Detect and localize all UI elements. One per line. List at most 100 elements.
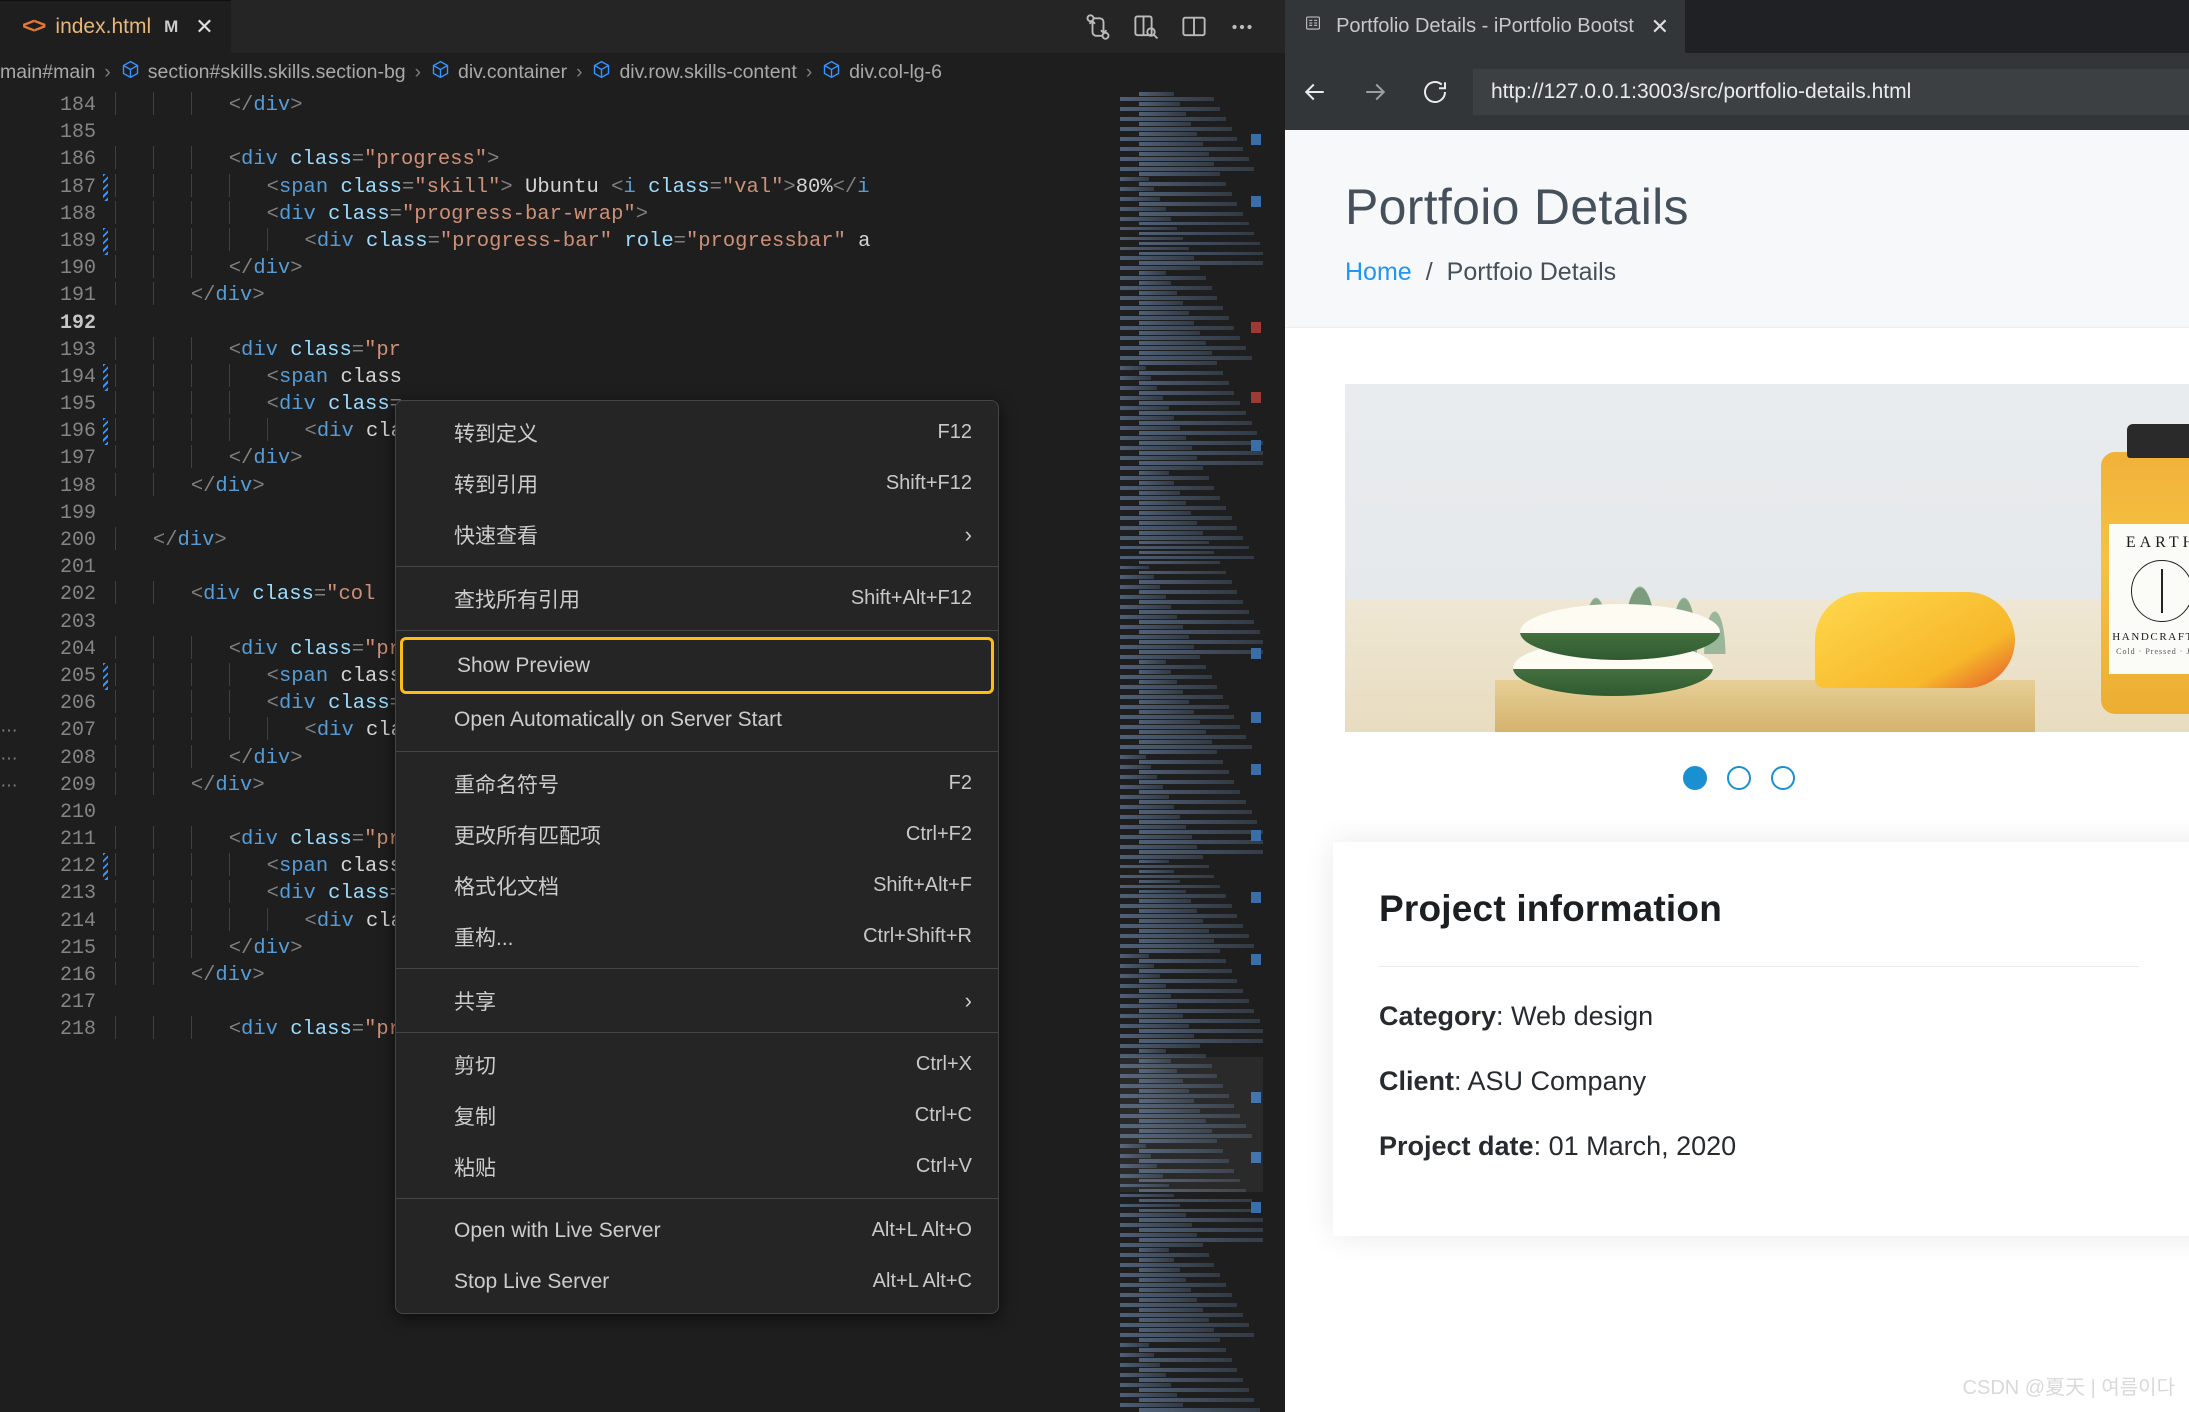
minimap-line: [1120, 426, 1180, 430]
more-actions-icon[interactable]: [1227, 12, 1257, 42]
breadcrumb-item-0[interactable]: main#main: [0, 61, 95, 84]
minimap-line: [1120, 466, 1203, 470]
menu-item-[interactable]: 剪切Ctrl+X: [396, 1039, 998, 1090]
minimap-line: [1139, 959, 1226, 963]
minimap-line: [1120, 1403, 1183, 1407]
minimap[interactable]: [1120, 92, 1263, 1412]
menu-item-label: Stop Live Server: [454, 1270, 873, 1294]
line-number: 190: [18, 255, 100, 282]
breadcrumb-separator: ›: [806, 62, 812, 84]
editor-tab-bar: <> index.html M ✕: [0, 0, 1285, 53]
git-modified-marker: [103, 853, 108, 880]
menu-item-[interactable]: 转到引用Shift+F12: [396, 458, 998, 509]
open-preview-icon[interactable]: [1131, 12, 1161, 42]
minimap-line: [1139, 780, 1235, 784]
minimap-line: [1120, 1263, 1214, 1267]
carousel-indicator-1[interactable]: [1683, 766, 1707, 790]
menu-item-stop-live-server[interactable]: Stop Live ServerAlt+L Alt+C: [396, 1256, 998, 1307]
menu-item-open-with-live-server[interactable]: Open with Live ServerAlt+L Alt+O: [396, 1205, 998, 1256]
line-number: 209: [18, 772, 100, 799]
folded-indicator: [0, 119, 18, 146]
minimap-line: [1120, 914, 1237, 918]
gutter-cell: [103, 92, 109, 119]
breadcrumb-home-link[interactable]: Home: [1345, 258, 1412, 286]
menu-item-[interactable]: 更改所有匹配项Ctrl+F2: [396, 809, 998, 860]
menu-item-[interactable]: 粘贴Ctrl+V: [396, 1141, 998, 1192]
close-icon[interactable]: ✕: [1651, 14, 1669, 40]
code-line: <span class: [115, 364, 1120, 391]
code-line: <div class="progress">: [115, 146, 1120, 173]
editor-scrollbar[interactable]: [1263, 92, 1285, 1412]
menu-item-shortcut: F12: [938, 421, 972, 444]
minimap-line: [1139, 92, 1175, 96]
minimap-line: [1120, 1333, 1254, 1337]
menu-item-[interactable]: 查找所有引用Shift+Alt+F12: [396, 573, 998, 624]
minimap-line: [1139, 311, 1189, 315]
minimap-line: [1120, 247, 1189, 251]
line-number: 194: [18, 364, 100, 391]
gutter-cell: [103, 391, 109, 418]
minimap-line: [1120, 845, 1197, 849]
menu-item-open-automatically-on-server-start[interactable]: Open Automatically on Server Start: [396, 694, 998, 745]
line-number: 198: [18, 473, 100, 500]
menu-item-[interactable]: 重命名符号F2: [396, 758, 998, 809]
browser-toolbar: http://127.0.0.1:3003/src/portfolio-deta…: [1285, 53, 2189, 130]
breadcrumb-item-1[interactable]: section#skills.skills.section-bg: [120, 59, 406, 86]
minimap-line: [1120, 546, 1249, 550]
menu-item-label: 格式化文档: [454, 871, 873, 901]
menu-item-shortcut: Shift+Alt+F12: [851, 587, 972, 610]
menu-item-[interactable]: 共享›: [396, 975, 998, 1026]
split-editor-icon[interactable]: [1179, 12, 1209, 42]
menu-item-[interactable]: 转到定义F12: [396, 407, 998, 458]
reload-icon[interactable]: [1405, 53, 1465, 130]
menu-separator: [396, 1032, 998, 1033]
browser-tab[interactable]: Portfolio Details - iPortfolio Bootstrap…: [1285, 0, 1685, 53]
folded-indicator: [0, 581, 18, 608]
carousel-indicator-2[interactable]: [1727, 766, 1751, 790]
arrow-left-icon[interactable]: [1285, 53, 1345, 130]
minimap-line: [1120, 1323, 1249, 1327]
minimap-line: [1139, 999, 1249, 1003]
menu-item-shortcut: Shift+F12: [886, 472, 972, 495]
minimap-line: [1120, 1253, 1209, 1257]
rendered-page: Portfoio Details Home/Portfoio Details E…: [1285, 130, 2189, 1412]
line-number: 203: [18, 609, 100, 636]
minimap-line: [1120, 964, 1154, 968]
menu-item-show-preview[interactable]: Show Preview: [400, 637, 994, 694]
breadcrumb-item-4[interactable]: div.col-lg-6: [821, 59, 942, 86]
carousel-indicators[interactable]: [1345, 732, 2189, 790]
menu-item-[interactable]: 复制Ctrl+C: [396, 1090, 998, 1141]
menu-item-[interactable]: 快速查看›: [396, 509, 998, 560]
address-bar[interactable]: http://127.0.0.1:3003/src/portfolio-deta…: [1473, 69, 2189, 115]
bottle-handcrafted: HANDCRAFTED: [2112, 631, 2189, 643]
info-row-key: Category: [1379, 1001, 1496, 1031]
git-modified-marker: [103, 364, 108, 391]
menu-item-[interactable]: 重构...Ctrl+Shift+R: [396, 911, 998, 962]
minimap-line: [1139, 1388, 1249, 1392]
carousel-indicator-3[interactable]: [1771, 766, 1795, 790]
gutter-cell: [103, 581, 109, 608]
folded-indicator: [0, 310, 18, 337]
split-compare-icon[interactable]: [1083, 12, 1113, 42]
minimap-line: [1120, 1313, 1243, 1317]
editor-tab-index-html[interactable]: <> index.html M ✕: [0, 0, 231, 53]
juice-bottle: EARTH HANDCRAFTED Cold · Pressed · Juice: [2101, 452, 2189, 714]
minimap-line: [1120, 1343, 1149, 1347]
carousel[interactable]: EARTH HANDCRAFTED Cold · Pressed · Juice: [1285, 328, 2189, 790]
close-icon[interactable]: ✕: [195, 16, 213, 38]
minimap-line: [1120, 506, 1226, 510]
minimap-line: [1139, 431, 1258, 435]
menu-item-label: 共享: [454, 986, 965, 1016]
editor-context-menu[interactable]: 转到定义F12转到引用Shift+F12快速查看› 查找所有引用Shift+Alt…: [395, 400, 999, 1314]
gutter-cell: [103, 119, 109, 146]
line-number: 210: [18, 799, 100, 826]
breadcrumb-item-2[interactable]: div.container: [430, 59, 567, 86]
arrow-right-icon[interactable]: [1345, 53, 1405, 130]
folded-indicator: [0, 636, 18, 663]
minimap-line: [1120, 1363, 1160, 1367]
menu-item-[interactable]: 格式化文档Shift+Alt+F: [396, 860, 998, 911]
menu-item-shortcut: Alt+L Alt+C: [873, 1270, 972, 1293]
minimap-viewport-slider[interactable]: [1120, 1057, 1263, 1192]
breadcrumb-item-3[interactable]: div.row.skills-content: [591, 59, 796, 86]
minimap-line: [1139, 750, 1218, 754]
